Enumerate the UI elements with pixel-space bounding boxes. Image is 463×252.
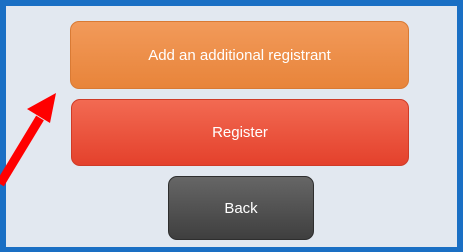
add-registrant-label: Add an additional registrant — [148, 46, 331, 64]
register-button[interactable]: Register — [71, 99, 409, 166]
red-arrow-icon — [0, 93, 56, 187]
back-label: Back — [224, 199, 258, 217]
register-label: Register — [212, 124, 268, 141]
add-registrant-button[interactable]: Add an additional registrant — [70, 21, 409, 89]
back-button[interactable]: Back — [168, 176, 314, 240]
